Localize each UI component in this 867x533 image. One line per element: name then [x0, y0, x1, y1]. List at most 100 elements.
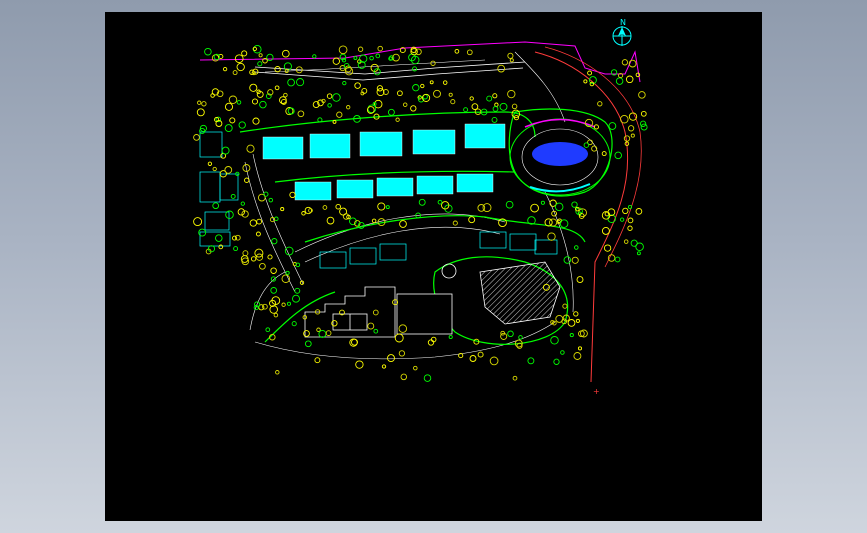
tree-symbol-icon	[577, 346, 583, 351]
tree-symbol-icon	[326, 93, 333, 99]
tree-symbol-icon	[638, 91, 646, 99]
north-arrow-icon: N	[612, 18, 632, 46]
tree-symbol-icon	[466, 49, 473, 56]
tree-symbol-icon	[367, 322, 375, 330]
tree-symbol-icon	[373, 328, 379, 334]
villa-buildings-west	[199, 131, 239, 247]
tree-symbol-icon	[241, 50, 248, 57]
tree-symbol-icon	[301, 211, 306, 216]
tree-symbol-icon	[627, 125, 635, 132]
tree-symbol-icon	[274, 85, 280, 91]
tree-symbol-icon	[259, 262, 266, 270]
tree-symbol-icon	[326, 216, 335, 225]
tree-symbol-icon	[571, 201, 578, 208]
tree-symbol-icon	[463, 107, 469, 113]
tree-symbol-icon	[367, 104, 377, 114]
tree-symbol-icon	[511, 103, 518, 110]
tree-symbol-icon	[583, 142, 590, 148]
tree-symbol-icon	[294, 287, 301, 294]
tree-symbol-icon	[468, 216, 476, 224]
tree-symbol-icon	[270, 276, 277, 282]
tree-symbol-icon	[491, 116, 498, 123]
tree-symbol-icon	[236, 62, 245, 72]
tree-symbol-icon	[619, 217, 625, 222]
tree-symbol-icon	[540, 200, 545, 205]
tree-symbol-icon	[527, 357, 535, 365]
tree-symbol-icon	[448, 334, 453, 340]
tree-symbol-icon	[573, 352, 582, 360]
tree-symbol-icon	[492, 106, 499, 112]
tree-symbol-icon	[563, 256, 572, 264]
tree-symbol-icon	[232, 70, 238, 76]
tree-symbol-icon	[562, 303, 568, 309]
tree-symbol-icon	[550, 336, 559, 345]
tree-symbol-icon	[254, 248, 264, 258]
tree-symbol-icon	[256, 218, 262, 225]
tree-symbol-icon	[338, 45, 348, 55]
tree-symbol-icon	[303, 330, 310, 337]
tree-symbol-icon	[576, 276, 584, 284]
tree-symbol-icon	[621, 59, 629, 66]
tree-symbol-icon	[492, 93, 498, 99]
tree-symbol-icon	[204, 47, 212, 56]
tree-symbol-icon	[280, 207, 285, 212]
cad-viewport[interactable]: N +	[105, 12, 762, 521]
tree-symbol-icon	[560, 350, 565, 355]
tree-symbol-icon	[244, 177, 250, 183]
tree-symbol-icon	[251, 98, 259, 105]
tree-symbol-icon	[196, 108, 205, 117]
tree-symbol-icon	[437, 199, 443, 205]
tree-symbol-icon	[630, 133, 635, 138]
tree-symbol-icon	[509, 58, 514, 63]
tree-symbol-icon	[601, 226, 610, 235]
tree-symbol-icon	[270, 267, 277, 274]
tree-symbol-icon	[325, 330, 332, 336]
tree-symbol-icon	[335, 203, 341, 210]
tree-symbol-icon	[193, 217, 203, 227]
hatched-plaza	[479, 261, 561, 325]
tree-symbol-icon	[497, 64, 506, 73]
tree-symbol-icon	[418, 198, 426, 206]
water-feature	[532, 142, 588, 166]
tree-symbol-icon	[571, 256, 579, 264]
roundabout	[441, 263, 457, 279]
tree-symbol-icon	[281, 49, 290, 58]
tree-symbol-icon	[554, 202, 564, 212]
tree-symbol-icon	[454, 48, 460, 54]
tree-symbol-icon	[212, 166, 217, 172]
tree-symbol-icon	[273, 312, 279, 318]
tree-symbol-icon	[512, 375, 518, 381]
tree-symbol-icon	[314, 357, 321, 364]
tree-symbol-icon	[627, 217, 634, 224]
tree-symbol-icon	[351, 338, 358, 346]
tree-symbol-icon	[355, 360, 364, 369]
tree-symbol-icon	[331, 320, 338, 327]
tree-symbol-icon	[269, 305, 278, 314]
tree-symbol-icon	[224, 124, 233, 133]
site-boundary	[199, 41, 641, 83]
tree-symbol-icon	[442, 80, 448, 85]
tree-symbol-icon	[270, 287, 278, 294]
tree-symbol-icon	[274, 216, 279, 222]
tree-symbol-icon	[287, 78, 295, 87]
tree-symbol-icon	[267, 254, 273, 260]
tree-symbol-icon	[249, 219, 257, 227]
tree-symbol-icon	[482, 203, 492, 213]
building-row-south	[319, 231, 558, 269]
tree-symbol-icon	[246, 144, 255, 153]
tree-symbol-icon	[221, 146, 230, 155]
tree-symbol-icon	[266, 53, 274, 62]
tree-symbol-icon	[387, 108, 395, 116]
tree-symbol-icon	[193, 134, 200, 141]
tree-symbol-icon	[583, 79, 588, 84]
tree-symbol-icon	[233, 246, 239, 252]
tree-symbol-icon	[450, 99, 456, 105]
tree-symbol-icon	[377, 45, 383, 52]
tree-symbol-icon	[587, 70, 593, 76]
tree-symbol-icon	[375, 53, 381, 59]
tree-symbol-icon	[224, 102, 234, 111]
tree-symbol-icon	[257, 61, 263, 67]
tree-symbol-icon	[385, 205, 390, 210]
tree-symbol-icon	[318, 329, 327, 338]
tree-symbol-icon	[608, 122, 617, 130]
